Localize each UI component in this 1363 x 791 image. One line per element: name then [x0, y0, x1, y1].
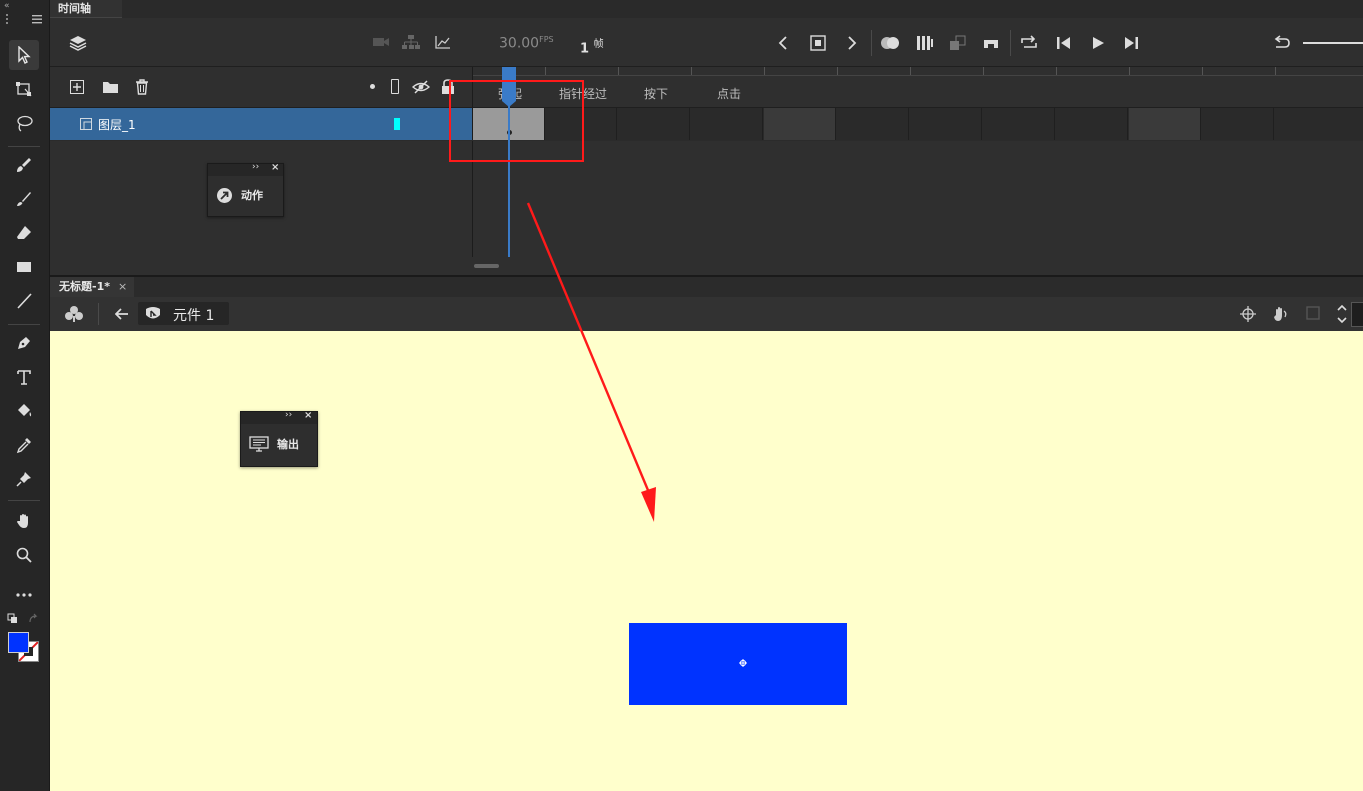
frame-cell[interactable] [1275, 108, 1363, 140]
edit-multiple-frames-icon[interactable] [916, 35, 934, 51]
frame-cell[interactable] [618, 108, 690, 140]
close-document-icon[interactable]: × [118, 277, 127, 297]
graph-editor-icon[interactable] [435, 35, 451, 49]
create-tween-icon[interactable] [983, 36, 999, 50]
pin-tool-icon[interactable] [9, 464, 39, 494]
output-panel[interactable]: ›› × 输出 [240, 410, 318, 467]
outline-mode-icon[interactable] [391, 79, 399, 94]
frames-row[interactable] [472, 108, 1363, 140]
camera-icon[interactable] [372, 36, 390, 48]
symbol-breadcrumb[interactable]: 元件 1 [138, 302, 229, 325]
timeline-resize-handle[interactable] [474, 264, 499, 268]
back-arrow-icon[interactable] [115, 308, 129, 320]
frame-cell[interactable] [983, 108, 1055, 140]
free-transform-tool-icon[interactable] [9, 74, 39, 104]
layer-parenting-icon[interactable] [402, 35, 420, 49]
layers-icon[interactable] [66, 32, 90, 54]
panel-tab-strip [122, 0, 1363, 19]
frame-ruler[interactable]: 弹起 指针经过 按下 点击 [472, 67, 1363, 108]
document-tab[interactable]: 无标题-1* × [50, 277, 134, 297]
collapse-toolbar-icon[interactable]: « [4, 1, 10, 11]
actions-panel[interactable]: ›› × 动作 [207, 162, 284, 217]
toolbar-menu-icon[interactable] [32, 15, 42, 24]
paint-bucket-tool-icon[interactable] [9, 396, 39, 426]
current-frame-display[interactable]: 1 帧 [580, 35, 604, 56]
swap-symbol-icon[interactable] [949, 35, 967, 51]
timeline-tab[interactable]: 时间轴 [50, 0, 122, 18]
timeline-zoom-slider[interactable] [1303, 42, 1363, 44]
undo-zoom-icon[interactable] [1273, 35, 1291, 49]
frame-cell[interactable] [837, 108, 909, 140]
frame-cell[interactable] [764, 108, 836, 140]
edit-bar: 元件 1 [50, 297, 1363, 331]
onion-skin-icon[interactable] [880, 36, 900, 50]
delete-layer-icon[interactable] [135, 79, 149, 95]
fps-display[interactable]: 30.00FPS [499, 35, 554, 52]
frame-cell[interactable] [1056, 108, 1128, 140]
zoom-stepper-icon[interactable] [1336, 303, 1348, 325]
layer-name[interactable]: 图层_1 [98, 116, 136, 133]
reset-colors-icon[interactable] [27, 613, 39, 625]
toolbar-grip-icon[interactable] [6, 14, 10, 24]
frame-cell[interactable] [1202, 108, 1274, 140]
clip-content-icon[interactable] [1306, 306, 1320, 320]
play-icon[interactable] [1091, 36, 1105, 50]
close-panel-icon[interactable]: × [271, 162, 279, 173]
pen-tool-icon[interactable] [9, 328, 39, 358]
tools-panel: « [0, 0, 50, 791]
new-folder-icon[interactable] [102, 80, 119, 94]
rectangle-tool-icon[interactable] [9, 252, 39, 282]
insert-keyframe-icon[interactable] [810, 35, 826, 51]
zoom-tool-icon[interactable] [9, 540, 39, 570]
paint-brush-tool-icon[interactable] [9, 184, 39, 214]
annotation-highlight-box [449, 80, 584, 162]
timeline-controls: 30.00FPS 1 帧 [50, 18, 1363, 67]
edit-scene-icon[interactable] [64, 305, 84, 323]
layer-header [50, 67, 472, 108]
close-panel-icon[interactable]: × [304, 410, 312, 421]
annotation-arrow [526, 202, 656, 522]
output-icon [249, 436, 269, 452]
line-tool-icon[interactable] [9, 286, 39, 316]
expand-panel-icon[interactable]: ›› [285, 410, 292, 420]
zoom-input[interactable] [1351, 302, 1363, 327]
rotate-stage-icon[interactable] [1271, 305, 1289, 323]
selection-tool-icon[interactable] [9, 40, 39, 70]
frame-cell[interactable] [910, 108, 982, 140]
frame-label-down: 按下 [644, 87, 669, 101]
layer-type-icon [80, 118, 92, 130]
more-tools-icon[interactable] [9, 580, 39, 610]
expand-panel-icon[interactable]: ›› [252, 162, 259, 172]
fill-color-swatch[interactable] [8, 632, 29, 653]
document-tabs: 无标题-1* × [50, 277, 1363, 298]
button-symbol-icon [146, 307, 160, 319]
text-tool-icon[interactable] [9, 362, 39, 392]
stage[interactable]: ›› × 输出 [50, 331, 1363, 791]
frame-label-hit: 点击 [717, 87, 742, 101]
step-back-icon[interactable] [1056, 36, 1072, 50]
frame-cell[interactable] [691, 108, 763, 140]
frame-cell[interactable] [1129, 108, 1201, 140]
actions-icon [217, 187, 232, 203]
previous-keyframe-icon[interactable] [778, 36, 788, 50]
layer-row[interactable]: 图层_1 [50, 108, 472, 140]
brush-tool-icon[interactable] [9, 150, 39, 180]
highlight-layer-icon[interactable] [370, 84, 375, 89]
lasso-tool-icon[interactable] [9, 108, 39, 138]
hide-layer-icon[interactable] [412, 79, 430, 95]
registration-point-icon [739, 659, 747, 667]
hand-tool-icon[interactable] [9, 506, 39, 536]
blue-rectangle-shape[interactable] [629, 623, 847, 705]
eraser-tool-icon[interactable] [9, 218, 39, 248]
eyedropper-tool-icon[interactable] [9, 430, 39, 460]
step-forward-icon[interactable] [1123, 36, 1139, 50]
new-layer-icon[interactable] [70, 80, 84, 94]
center-stage-icon[interactable] [1240, 306, 1256, 322]
next-keyframe-icon[interactable] [847, 36, 857, 50]
swap-colors-icon[interactable] [7, 613, 19, 625]
layer-outline-color[interactable] [394, 118, 400, 130]
timeline-footer [50, 257, 1363, 277]
loop-icon[interactable] [1020, 35, 1038, 51]
